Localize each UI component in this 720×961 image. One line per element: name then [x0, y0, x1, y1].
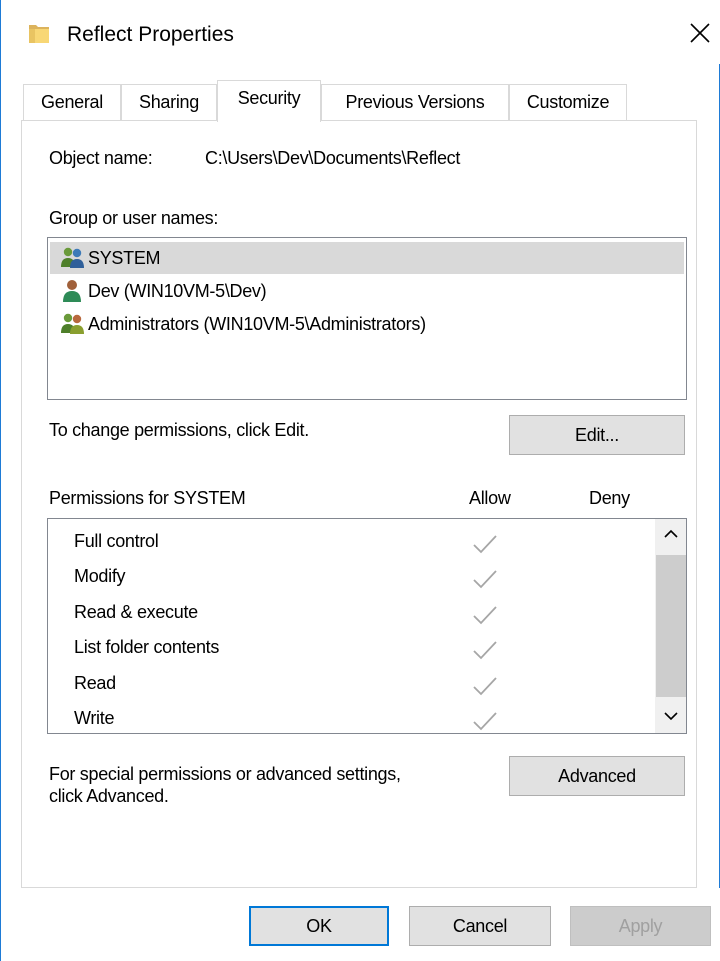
permission-name: Modify	[74, 566, 126, 586]
change-permissions-hint: To change permissions, click Edit.	[49, 420, 309, 440]
properties-dialog: Reflect Properties General Sharing Secur…	[0, 0, 720, 961]
ok-button[interactable]: OK	[249, 906, 389, 946]
edit-button[interactable]: Edit...	[509, 415, 685, 455]
scroll-down-button[interactable]	[655, 701, 686, 733]
advanced-button[interactable]: Advanced	[509, 756, 685, 796]
permissions-list[interactable]: Full control Modify Read & execute List …	[47, 518, 687, 734]
group-users-icon	[60, 245, 86, 271]
folder-icon	[27, 22, 51, 46]
window-title: Reflect Properties	[67, 23, 234, 46]
chevron-up-icon	[664, 526, 678, 544]
user-icon	[60, 278, 86, 304]
group-users-icon	[60, 311, 86, 337]
object-name-value: C:\Users\Dev\Documents\Reflect	[205, 148, 461, 168]
user-row-administrators[interactable]: Administrators (WIN10VM-5\Administrators…	[50, 308, 684, 340]
permission-row: List folder contents	[48, 631, 656, 666]
dialog-footer: OK Cancel Apply	[1, 888, 720, 961]
chevron-down-icon	[664, 708, 678, 726]
cancel-button[interactable]: Cancel	[409, 906, 551, 946]
permission-name: List folder contents	[74, 637, 220, 657]
permission-name: Full control	[74, 531, 159, 551]
tab-security[interactable]: Security	[217, 80, 321, 122]
tab-general[interactable]: General	[23, 84, 121, 120]
object-name-label: Object name:	[49, 148, 153, 168]
permission-row: Write	[48, 702, 656, 733]
close-icon	[690, 22, 710, 48]
deny-column-header: Deny	[589, 488, 630, 508]
scroll-up-button[interactable]	[655, 519, 686, 551]
permissions-for-label: Permissions for SYSTEM	[49, 488, 246, 508]
group-user-names-label: Group or user names:	[49, 208, 219, 228]
apply-button[interactable]: Apply	[570, 906, 711, 946]
user-name: SYSTEM	[88, 247, 161, 268]
permission-row: Full control	[48, 525, 656, 560]
group-user-list[interactable]: SYSTEM Dev (WIN10VM-5\Dev) Administrator…	[47, 237, 687, 400]
user-name: Administrators (WIN10VM-5\Administrators…	[88, 313, 426, 334]
title-bar: Reflect Properties	[1, 0, 720, 64]
allow-column-header: Allow	[469, 488, 511, 508]
permission-row: Read & execute	[48, 596, 656, 631]
tab-sharing[interactable]: Sharing	[121, 84, 217, 120]
advanced-hint-line1: For special permissions or advanced sett…	[49, 764, 401, 784]
tab-previous-versions[interactable]: Previous Versions	[321, 84, 509, 120]
allow-check-icon	[472, 568, 498, 590]
permission-name: Write	[74, 708, 115, 728]
allow-check-icon	[472, 533, 498, 555]
user-row-system[interactable]: SYSTEM	[50, 242, 684, 274]
tab-customize[interactable]: Customize	[509, 84, 627, 120]
permission-name: Read & execute	[74, 602, 198, 622]
allow-check-icon	[472, 675, 498, 697]
allow-check-icon	[472, 604, 498, 626]
user-name: Dev (WIN10VM-5\Dev)	[88, 280, 267, 301]
permission-name: Read	[74, 673, 116, 693]
allow-check-icon	[472, 639, 498, 661]
permission-row: Modify	[48, 560, 656, 595]
permissions-scrollbar[interactable]	[655, 519, 686, 733]
user-row-dev[interactable]: Dev (WIN10VM-5\Dev)	[50, 275, 684, 307]
scroll-thumb[interactable]	[656, 555, 686, 697]
permission-row: Read	[48, 667, 656, 702]
close-button[interactable]	[679, 14, 720, 56]
allow-check-icon	[472, 710, 498, 732]
advanced-hint-line2: click Advanced.	[49, 786, 169, 806]
